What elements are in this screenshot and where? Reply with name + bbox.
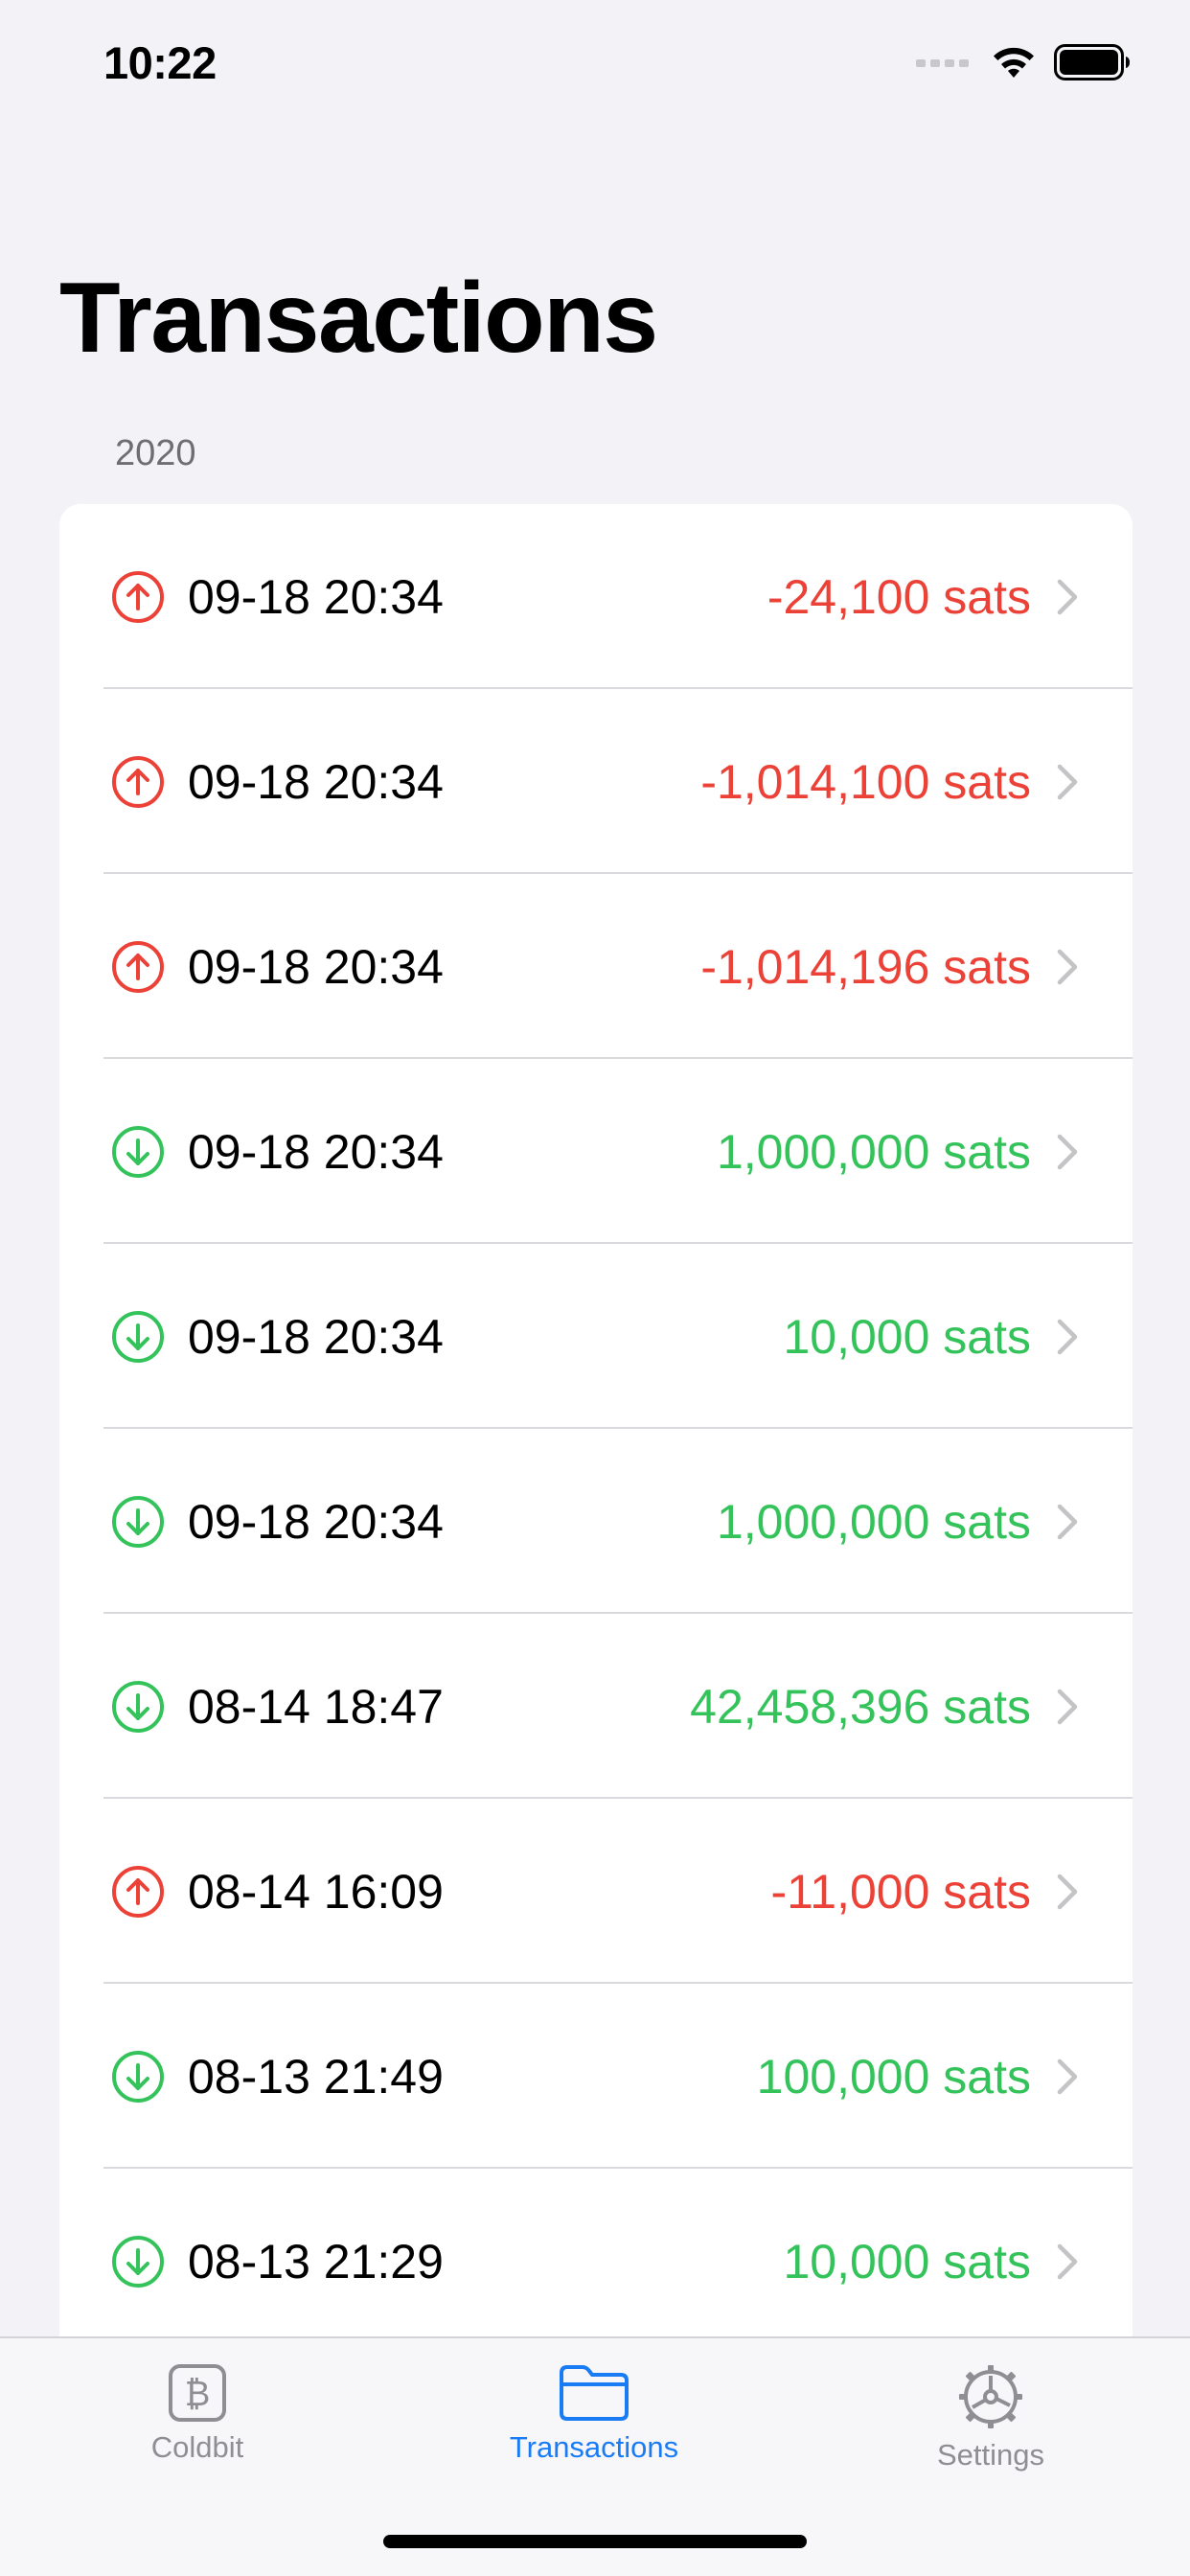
tab-transactions-label: Transactions: [509, 2430, 679, 2464]
page-title: Transactions: [59, 263, 658, 374]
battery-icon: [1054, 44, 1130, 80]
transaction-date: 09-18 20:34: [188, 1494, 444, 1549]
transaction-amount: 10,000 sats: [783, 1309, 1031, 1364]
chevron-right-icon: [1057, 1504, 1078, 1539]
transaction-date: 09-18 20:34: [188, 939, 444, 994]
transaction-amount: -1,014,196 sats: [700, 939, 1031, 994]
tab-coldbit[interactable]: ₿ Coldbit: [54, 2363, 341, 2497]
status-icons: [916, 44, 1131, 80]
transaction-date: 09-18 20:34: [188, 754, 444, 809]
transaction-row[interactable]: 08-14 18:47 42,458,396 sats: [59, 1614, 1133, 1799]
transaction-row[interactable]: 08-13 21:29 10,000 sats: [59, 2169, 1133, 2354]
transaction-date: 08-13 21:29: [188, 2234, 444, 2288]
chevron-right-icon: [1057, 1874, 1078, 1909]
transaction-row[interactable]: 08-13 21:49 100,000 sats: [59, 1984, 1133, 2169]
chevron-right-icon: [1057, 2058, 1078, 2094]
transaction-row[interactable]: 09-18 20:34 1,000,000 sats: [59, 1059, 1133, 1244]
transaction-date: 08-13 21:49: [188, 2049, 444, 2104]
folder-icon: [560, 2365, 629, 2421]
arrow-down-circle-icon: [112, 1680, 164, 1733]
transactions-list: 09-18 20:34 -24,100 sats 09-18 20:34 -1,014…: [59, 504, 1133, 2373]
status-bar: 10:22: [0, 0, 1190, 126]
tab-coldbit-label: Coldbit: [150, 2430, 244, 2464]
transaction-amount: 100,000 sats: [756, 2049, 1031, 2104]
transaction-date: 08-14 16:09: [188, 1864, 444, 1919]
arrow-up-circle-icon: [112, 940, 164, 993]
transaction-row[interactable]: 09-18 20:34 10,000 sats: [59, 1244, 1133, 1429]
tab-settings[interactable]: Settings: [847, 2363, 1134, 2497]
chevron-right-icon: [1057, 579, 1078, 614]
arrow-up-circle-icon: [112, 1865, 164, 1918]
arrow-down-circle-icon: [112, 1125, 164, 1178]
cellular-signal-icon: [916, 59, 969, 67]
arrow-down-circle-icon: [112, 2050, 164, 2103]
transaction-row[interactable]: 08-14 16:09 -11,000 sats: [59, 1799, 1133, 1984]
status-time: 10:22: [103, 37, 217, 88]
transaction-amount: -24,100 sats: [767, 569, 1031, 624]
transaction-date: 09-18 20:34: [188, 1124, 444, 1179]
svg-text:₿: ₿: [185, 2375, 211, 2414]
chevron-right-icon: [1057, 949, 1078, 984]
transaction-date: 08-14 18:47: [188, 1679, 444, 1734]
transaction-row[interactable]: 09-18 20:34 -1,014,100 sats: [59, 689, 1133, 874]
chevron-right-icon: [1057, 2243, 1078, 2279]
arrow-down-circle-icon: [112, 1495, 164, 1548]
transaction-date: 09-18 20:34: [188, 569, 444, 624]
chevron-right-icon: [1057, 764, 1078, 799]
transaction-row[interactable]: 09-18 20:34 1,000,000 sats: [59, 1429, 1133, 1614]
transaction-amount: 10,000 sats: [783, 2234, 1031, 2288]
wifi-icon: [994, 47, 1034, 78]
tab-settings-label: Settings: [936, 2438, 1044, 2472]
arrow-up-circle-icon: [112, 755, 164, 808]
section-header-year: 2020: [115, 433, 196, 473]
transactions-screen: 10:22 Transactions 2020 09-18 20:34 -24,1…: [0, 0, 1190, 2576]
transaction-amount: 1,000,000 sats: [716, 1124, 1031, 1179]
chevron-right-icon: [1057, 1319, 1078, 1354]
chevron-right-icon: [1057, 1134, 1078, 1169]
transaction-amount: -11,000 sats: [770, 1864, 1031, 1919]
tab-transactions[interactable]: Transactions: [450, 2363, 738, 2497]
transaction-row[interactable]: 09-18 20:34 -1,014,196 sats: [59, 874, 1133, 1059]
transaction-amount: 1,000,000 sats: [716, 1494, 1031, 1549]
transaction-amount: -1,014,100 sats: [700, 754, 1031, 809]
arrow-down-circle-icon: [112, 2235, 164, 2288]
home-indicator: [383, 2535, 807, 2548]
transaction-date: 09-18 20:34: [188, 1309, 444, 1364]
chevron-right-icon: [1057, 1689, 1078, 1724]
bitcoin-square-icon: ₿: [169, 2364, 226, 2422]
arrow-down-circle-icon: [112, 1310, 164, 1363]
arrow-up-circle-icon: [112, 570, 164, 623]
gear-icon: [959, 2365, 1022, 2428]
transaction-row[interactable]: 09-18 20:34 -24,100 sats: [59, 504, 1133, 689]
transaction-amount: 42,458,396 sats: [690, 1679, 1031, 1734]
